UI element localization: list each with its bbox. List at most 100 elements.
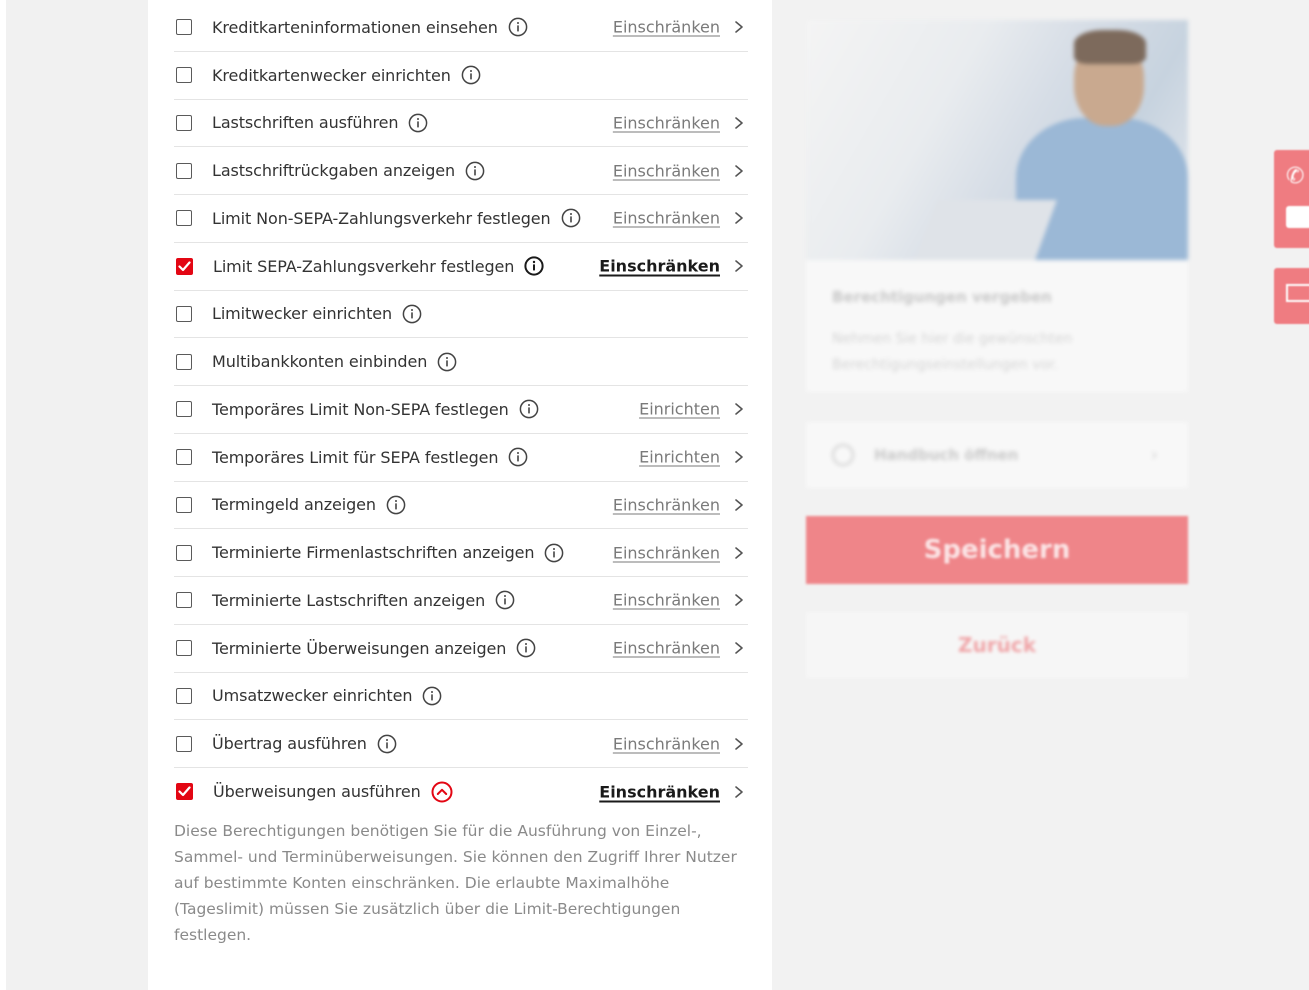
einschraenken-link[interactable]: Einschränken: [613, 591, 720, 610]
permission-checkbox[interactable]: [176, 353, 192, 370]
permission-row: Kreditkartenwecker einrichten: [174, 52, 748, 100]
info-icon[interactable]: [377, 734, 397, 754]
info-icon[interactable]: [561, 208, 581, 228]
permission-label: Lastschriften ausführen: [212, 113, 399, 133]
info-icon[interactable]: [465, 161, 485, 181]
mail-contact-tab[interactable]: [1274, 268, 1309, 324]
permission-checkbox[interactable]: [176, 496, 192, 513]
permission-label: Kreditkarteninformationen einsehen: [212, 17, 498, 37]
info-icon[interactable]: [437, 352, 457, 372]
permission-label: Temporäres Limit für SEPA festlegen: [212, 447, 499, 467]
info-icon[interactable]: [495, 590, 515, 610]
einschraenken-link[interactable]: Einschränken: [599, 257, 720, 276]
permissions-panel: Kreditkarteninformationen einsehen Einsch…: [148, 0, 772, 990]
permission-checkbox[interactable]: [176, 257, 193, 275]
permission-row: Kreditkarteninformationen einsehen Einsch…: [174, 4, 748, 52]
permission-row: Limitwecker einrichten: [174, 291, 748, 339]
chevron-right-icon[interactable]: [732, 211, 746, 225]
permission-description: Diese Berechtigungen benötigen Sie für d…: [174, 822, 737, 944]
info-icon[interactable]: [544, 543, 564, 563]
permission-checkbox[interactable]: [176, 210, 192, 227]
permission-checkbox[interactable]: [176, 162, 192, 179]
einrichten-link[interactable]: Einrichten: [639, 400, 720, 419]
chevron-right-icon[interactable]: [732, 641, 746, 655]
chevron-right-icon[interactable]: [732, 259, 746, 273]
permission-label: Terminierte Überweisungen anzeigen: [212, 638, 507, 658]
permission-row: Lastschriftrückgaben anzeigen Einschränke…: [174, 147, 748, 195]
chevron-right-icon: ›: [1150, 444, 1158, 466]
permission-checkbox[interactable]: [176, 592, 192, 609]
permission-label: Kreditkartenwecker einrichten: [212, 65, 451, 85]
permission-row: Terminierte Lastschriften anzeigen Einsch…: [174, 577, 748, 625]
info-icon[interactable]: [386, 495, 406, 515]
permissions-list: Kreditkarteninformationen einsehen Einsch…: [174, 4, 748, 816]
info-icon[interactable]: [422, 686, 442, 706]
permission-label: Terminierte Firmenlastschriften anzeigen: [212, 543, 535, 563]
permission-checkbox[interactable]: [176, 67, 192, 84]
info-icon[interactable]: [519, 399, 539, 419]
permission-row: Temporäres Limit Non-SEPA festlegen Einri…: [174, 386, 748, 434]
permission-checkbox[interactable]: [176, 449, 192, 466]
permission-checkbox[interactable]: [176, 401, 192, 418]
einschraenken-link[interactable]: Einschränken: [613, 18, 720, 37]
einrichten-link[interactable]: Einrichten: [639, 448, 720, 467]
einschraenken-link[interactable]: Einschränken: [613, 639, 720, 658]
permission-checkbox[interactable]: [176, 114, 192, 131]
chevron-right-icon[interactable]: [732, 737, 746, 751]
permission-row: Terminierte Firmenlastschriften anzeigen…: [174, 529, 748, 577]
permission-checkbox[interactable]: [176, 640, 192, 657]
einschraenken-link[interactable]: Einschränken: [613, 495, 720, 514]
left-gutter: [0, 0, 6, 990]
chevron-right-icon[interactable]: [732, 785, 746, 799]
permission-label: Limitwecker einrichten: [212, 304, 393, 324]
open-manual-link[interactable]: Handbuch öffnen ›: [806, 422, 1188, 488]
card-image: [806, 20, 1188, 260]
info-icon[interactable]: [516, 638, 536, 658]
permission-checkbox[interactable]: [176, 544, 192, 561]
info-icon[interactable]: [461, 65, 481, 85]
chevron-right-icon[interactable]: [732, 402, 746, 416]
chevron-right-icon[interactable]: [732, 498, 746, 512]
chevron-right-icon[interactable]: [732, 450, 746, 464]
chevron-right-icon[interactable]: [732, 116, 746, 130]
permission-label: Limit Non-SEPA-Zahlungsverkehr festlegen: [212, 208, 551, 228]
info-icon[interactable]: [508, 17, 528, 37]
permission-checkbox[interactable]: [176, 687, 192, 704]
permission-label: Termingeld anzeigen: [212, 495, 376, 515]
chevron-right-icon[interactable]: [732, 546, 746, 560]
einschraenken-link[interactable]: Einschränken: [613, 734, 720, 753]
right-sidebar: Berechtigungen vergeben Nehmen Sie hier …: [772, 0, 1309, 990]
collapse-chevron-up-icon[interactable]: [431, 781, 453, 803]
permission-label: Multibankkonten einbinden: [212, 352, 428, 372]
back-button[interactable]: Zurück: [806, 612, 1188, 678]
permission-checkbox[interactable]: [176, 783, 193, 801]
phone-contact-tab[interactable]: ✆: [1274, 150, 1309, 248]
einschraenken-link[interactable]: Einschränken: [613, 161, 720, 180]
save-button[interactable]: Speichern: [806, 516, 1188, 584]
einschraenken-link[interactable]: Einschränken: [613, 209, 720, 228]
permission-row: Temporäres Limit für SEPA festlegen Einri…: [174, 434, 748, 482]
einschraenken-link[interactable]: Einschränken: [613, 113, 720, 132]
card-title: Berechtigungen vergeben: [832, 288, 1052, 306]
permission-checkbox[interactable]: [176, 19, 192, 36]
info-icon[interactable]: [408, 113, 428, 133]
chevron-right-icon[interactable]: [732, 593, 746, 607]
permission-row: Multibankkonten einbinden: [174, 338, 748, 386]
chevron-right-icon[interactable]: [732, 164, 746, 178]
info-icon[interactable]: [524, 256, 544, 276]
einschraenken-link[interactable]: Einschränken: [613, 543, 720, 562]
info-icon[interactable]: [402, 304, 422, 324]
chevron-right-icon[interactable]: [732, 20, 746, 34]
mail-icon: [1286, 284, 1309, 302]
einschraenken-link[interactable]: Einschränken: [599, 782, 720, 801]
permission-checkbox[interactable]: [176, 735, 192, 752]
manual-label: Handbuch öffnen: [874, 446, 1019, 464]
permission-row: Umsatzwecker einrichten: [174, 673, 748, 721]
permission-row: Limit SEPA-Zahlungsverkehr festlegen Eins…: [174, 243, 748, 291]
info-icon[interactable]: [508, 447, 528, 467]
permission-checkbox[interactable]: [176, 305, 192, 322]
manual-icon: [832, 444, 854, 466]
permission-row: Limit Non-SEPA-Zahlungsverkehr festlegen…: [174, 195, 748, 243]
permission-label: Lastschriftrückgaben anzeigen: [212, 161, 456, 181]
permission-row: Termingeld anzeigen Einschränken: [174, 482, 748, 530]
